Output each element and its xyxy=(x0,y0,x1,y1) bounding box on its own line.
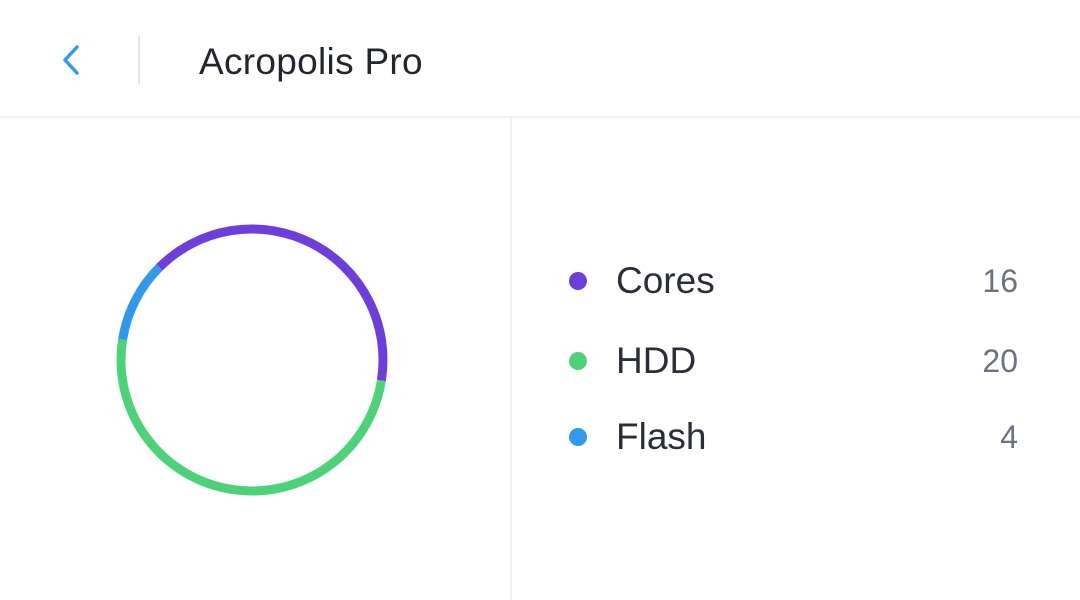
legend-value-cores: 16 xyxy=(982,263,1018,299)
legend-value-flash: 4 xyxy=(1000,419,1018,455)
back-button[interactable] xyxy=(48,38,92,82)
header-divider xyxy=(138,36,140,84)
header: Acropolis Pro xyxy=(0,0,1080,118)
legend-dot-hdd xyxy=(569,352,587,370)
legend-label-hdd: HDD xyxy=(616,340,697,381)
donut-slice-flash xyxy=(118,264,163,341)
legend-value-hdd: 20 xyxy=(982,343,1018,379)
legend-dot-cores xyxy=(569,272,587,290)
donut-chart xyxy=(116,224,388,496)
chart-panel xyxy=(0,118,510,600)
legend-item-hdd: HDD 20 xyxy=(512,336,1080,386)
page-title: Acropolis Pro xyxy=(199,41,423,82)
legend: Cores 16 HDD 20 Flash 4 xyxy=(512,118,1080,600)
content: Cores 16 HDD 20 Flash 4 xyxy=(0,118,1080,600)
legend-dot-flash xyxy=(569,428,587,446)
donut-slice-hdd xyxy=(116,338,386,496)
donut-slice-cores xyxy=(156,224,388,382)
legend-item-flash: Flash 4 xyxy=(512,412,1080,462)
legend-label-flash: Flash xyxy=(616,416,707,457)
legend-label-cores: Cores xyxy=(616,260,715,301)
chevron-left-icon xyxy=(63,45,79,75)
legend-item-cores: Cores 16 xyxy=(512,256,1080,306)
